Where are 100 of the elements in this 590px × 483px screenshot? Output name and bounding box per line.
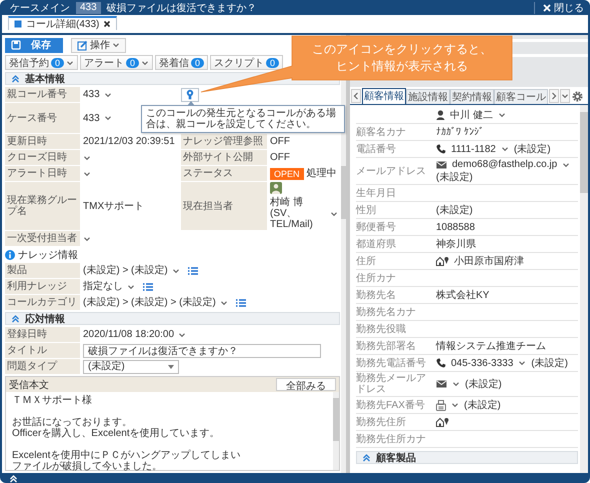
dropdown[interactable]: 2020/11/08 18:20:00 — [83, 329, 186, 340]
person-icon — [436, 110, 445, 120]
tab[interactable]: 契約情報 — [450, 89, 494, 104]
caret-icon[interactable] — [83, 154, 91, 162]
list-icon[interactable] — [236, 298, 246, 306]
hint-button[interactable] — [181, 88, 199, 102]
close-icon[interactable] — [103, 20, 112, 28]
panel-title: 受信本文 — [9, 378, 49, 392]
field-label: 親コール番号 — [5, 87, 80, 102]
dropdown[interactable]: (未設定) > (未設定) > (未設定) — [83, 297, 228, 308]
caret-icon — [178, 330, 186, 338]
field-label: 現在業務グループ名 — [5, 182, 80, 230]
message-line: Officerを購入し、Excelentを使用しています。 — [12, 428, 221, 439]
field-value: 小田原市国府津 — [454, 256, 524, 266]
lightbulb-icon — [186, 89, 194, 100]
dropdown[interactable]: 中川 健二 — [450, 110, 506, 120]
message-line: ＴＭＸサポート様 — [12, 395, 93, 406]
section-header[interactable]: 顧客製品 — [356, 451, 578, 464]
counter-button[interactable]: 発信予約 0 — [5, 55, 78, 70]
dropdown[interactable]: 村崎 博(SV、TEL/Mail) — [270, 197, 338, 230]
dropdown[interactable]: 433 — [83, 89, 112, 100]
scrollbar[interactable] — [333, 392, 339, 470]
counter-button[interactable]: アラート 0 — [80, 55, 154, 70]
field-label: 郵便番号 — [356, 220, 397, 234]
field-label: 生年月日 — [356, 186, 397, 200]
scroll-right-button[interactable] — [549, 89, 559, 103]
settings-icon[interactable] — [572, 91, 583, 102]
message-line: Excelentを使用中にＰＣがハングアップしてしまい — [12, 450, 242, 461]
caret-icon[interactable] — [452, 380, 460, 388]
field-label: 住所カナ — [356, 272, 397, 284]
app-title: ケースメイン — [10, 2, 70, 14]
counter-button[interactable]: 発着信 0 — [155, 55, 208, 70]
info-icon — [5, 250, 15, 260]
field-label: 外部サイト公開 — [181, 150, 267, 165]
printer-icon — [436, 400, 446, 410]
tab[interactable]: 顧客コール — [494, 89, 548, 104]
mail-icon — [436, 160, 447, 168]
house-pin-icon — [436, 256, 449, 266]
dropdown-arrow-icon — [168, 364, 174, 368]
message-line: お世話になっております。 — [12, 417, 133, 428]
pencil-icon — [77, 40, 88, 50]
caret-icon[interactable] — [83, 234, 91, 242]
field-label: メールアドレス — [356, 164, 427, 178]
chevron-left-icon — [353, 92, 359, 100]
field-label: 登録日時 — [5, 327, 80, 342]
scroll-left-button[interactable] — [351, 89, 361, 103]
count-badge: 0 — [126, 58, 140, 68]
save-button[interactable]: 保存 — [5, 38, 63, 52]
field-value: TMXサポート — [83, 200, 144, 212]
field-label: ナレッジ管理参照 — [181, 134, 267, 149]
caret-icon — [172, 266, 180, 274]
field-note: (未設定) — [464, 400, 501, 410]
square-icon — [14, 20, 22, 28]
field-label: 勤務先役職 — [356, 322, 407, 336]
scrollbar[interactable] — [580, 105, 588, 473]
title-field[interactable]: 破損ファイルは復活できますか？ — [83, 344, 321, 358]
tab[interactable]: 施設情報 — [406, 89, 450, 104]
field-value: OFF — [270, 152, 290, 163]
show-all-button[interactable]: 全部みる — [276, 378, 336, 391]
count-badge: 0 — [266, 58, 280, 68]
house-pin-icon — [436, 417, 449, 427]
dropdown[interactable]: 433 — [83, 112, 112, 124]
field-note: (未設定) — [531, 358, 568, 368]
list-icon[interactable] — [188, 266, 198, 274]
list-icon[interactable] — [143, 282, 153, 290]
field-value: 処理中 — [306, 168, 337, 179]
caret-icon[interactable] — [451, 401, 459, 409]
dropdown[interactable]: 045-336-3333 — [451, 358, 526, 368]
field-value: 1088588 — [436, 222, 475, 232]
field-note: (未設定) — [465, 378, 502, 390]
section-header[interactable]: 応対情報 — [5, 312, 340, 325]
field-value: 情報システム推進チーム — [436, 340, 546, 352]
field-label: 現在担当者 — [181, 182, 267, 230]
callout-text: このアイコンをクリックすると、ヒント情報が表示される — [311, 41, 493, 75]
field-label: アラート日時 — [5, 166, 80, 181]
section-label: ナレッジ情報 — [18, 248, 78, 262]
field-value: 神奈川県 — [436, 238, 476, 250]
counter-button[interactable]: スクリプト 0 — [210, 55, 284, 70]
dropdown[interactable]: (未設定) > (未設定) — [83, 265, 180, 276]
count-badge: 0 — [191, 58, 204, 68]
dropdown[interactable]: 1111-1182 — [451, 144, 509, 154]
dropdown[interactable]: demo68@fasthelp.co.jp — [452, 159, 570, 170]
tab[interactable]: 顧客情報 — [362, 88, 406, 104]
window-title: 破損ファイルは復活できますか？ — [106, 2, 257, 14]
caret-icon — [220, 298, 228, 306]
field-label: 勤務先メールアドレス — [356, 372, 427, 396]
close-icon — [543, 4, 551, 12]
tab-menu-button[interactable] — [560, 89, 570, 103]
dropdown[interactable]: 指定なし — [83, 281, 135, 292]
select-field[interactable]: (未設定) — [83, 360, 179, 374]
close-button[interactable]: 閉じる — [541, 0, 586, 14]
field-label: クローズ日時 — [5, 150, 80, 165]
field-label: ステータス — [181, 166, 267, 181]
phone-icon — [436, 144, 446, 154]
actions-button[interactable]: 操作 — [71, 38, 126, 52]
caret-icon[interactable] — [83, 170, 91, 178]
avatar-icon — [270, 182, 282, 194]
tab[interactable]: コール詳細(433) — [8, 16, 118, 30]
field-value: (未設定) — [436, 204, 473, 216]
field-value: OFF — [270, 136, 290, 147]
